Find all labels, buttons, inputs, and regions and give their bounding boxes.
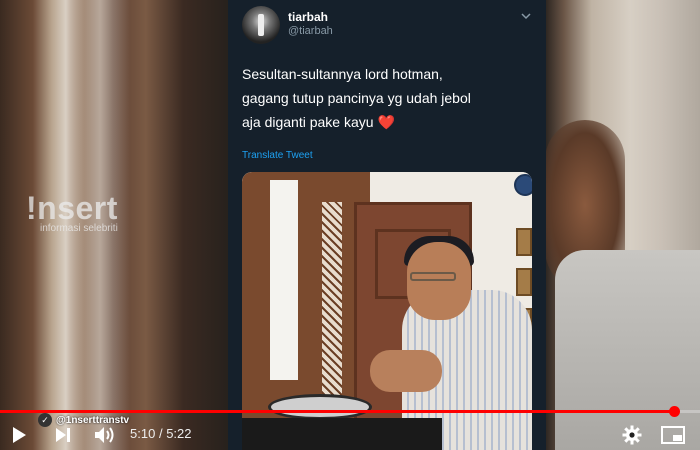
play-button[interactable] bbox=[8, 424, 30, 446]
blurred-background-right bbox=[545, 0, 700, 450]
glasses bbox=[410, 272, 456, 281]
chevron-down-icon[interactable] bbox=[520, 10, 532, 22]
channel-watermark: !nsert informasi selebriti bbox=[26, 190, 118, 234]
wall-picture bbox=[516, 228, 532, 256]
wall-picture bbox=[516, 268, 532, 296]
tweet-text-line: gagang tutup pancinya yg udah jebol bbox=[242, 90, 471, 106]
watermark-brand: !nsert bbox=[26, 190, 118, 226]
settings-button[interactable] bbox=[620, 424, 644, 446]
time-separator: / bbox=[158, 426, 163, 441]
man-arm bbox=[370, 350, 442, 392]
tweet-handle[interactable]: @tiarbah bbox=[288, 25, 333, 37]
settings-gear-icon bbox=[622, 425, 642, 445]
tweet-text: Sesultan-sultannya lord hotman, gagang t… bbox=[242, 62, 538, 134]
next-icon bbox=[56, 428, 70, 442]
tweet-card: tiarbah @tiarbah Sesultan-sultannya lord… bbox=[228, 0, 546, 450]
user-avatar[interactable] bbox=[242, 6, 280, 44]
control-bar: 5:10 / 5:22 bbox=[0, 418, 700, 450]
watermark-tagline: informasi selebriti bbox=[40, 223, 118, 234]
current-time: 5:10 bbox=[130, 426, 156, 441]
duration: 5:22 bbox=[166, 426, 192, 441]
wall-clock bbox=[514, 174, 532, 196]
tweet-video-frame[interactable] bbox=[242, 172, 532, 450]
heart-emoji: ❤️ bbox=[377, 114, 395, 130]
tweet-display-name[interactable]: tiarbah bbox=[288, 10, 328, 24]
man-head bbox=[407, 242, 471, 320]
miniplayer-icon bbox=[661, 426, 685, 444]
miniplayer-button[interactable] bbox=[660, 424, 686, 446]
tweet-text-line: aja diganti pake kayu bbox=[242, 114, 374, 130]
volume-icon bbox=[95, 427, 114, 443]
tweet-text-line: Sesultan-sultannya lord hotman, bbox=[242, 66, 443, 82]
translate-tweet-link[interactable]: Translate Tweet bbox=[242, 150, 313, 161]
time-display: 5:10 / 5:22 bbox=[130, 426, 192, 441]
video-player[interactable]: !nsert informasi selebriti tiarbah @tiar… bbox=[0, 0, 700, 450]
cooking-pan bbox=[268, 394, 372, 420]
next-button[interactable] bbox=[52, 424, 74, 446]
volume-button[interactable] bbox=[92, 424, 118, 446]
play-icon bbox=[13, 427, 26, 443]
